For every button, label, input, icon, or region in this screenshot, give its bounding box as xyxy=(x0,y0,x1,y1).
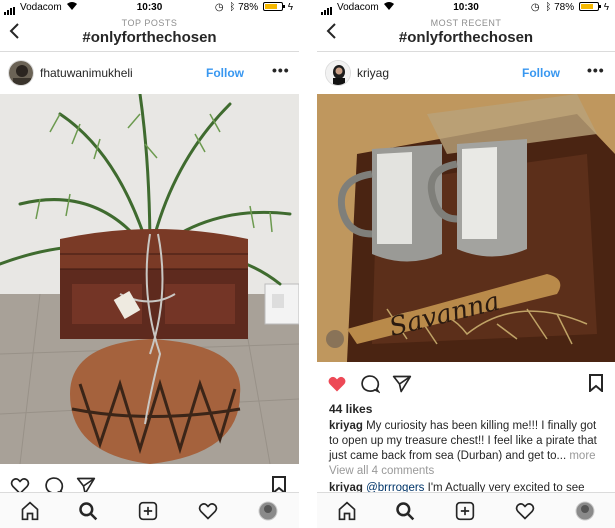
post-photo[interactable]: Savanna xyxy=(317,94,615,362)
like-count[interactable]: 44 likes xyxy=(329,402,372,416)
battery-icon xyxy=(578,2,601,11)
search-icon[interactable] xyxy=(78,501,98,521)
activity-heart-icon[interactable] xyxy=(198,501,218,521)
caption-username[interactable]: kriyag xyxy=(329,420,363,432)
post-username[interactable]: kriyag xyxy=(357,66,389,80)
share-paper-plane-icon[interactable] xyxy=(392,374,412,394)
avatar[interactable] xyxy=(8,60,34,86)
bluetooth-icon: ᛒ xyxy=(229,2,236,13)
charging-icon: ϟ xyxy=(287,2,293,13)
view-all-comments-link[interactable]: View all 4 comments xyxy=(329,465,434,477)
alarm-icon: ◷ xyxy=(214,2,224,13)
bottom-tab-bar xyxy=(0,492,299,528)
comment-icon[interactable] xyxy=(360,374,381,394)
phone-screen-left: Vodacom 10:30 ◷ ᛒ 78% ϟ TOP POSTS #onlyf… xyxy=(0,0,299,528)
caption-more-link[interactable]: more xyxy=(569,450,595,462)
profile-avatar[interactable] xyxy=(575,501,595,521)
status-bar: Vodacom 10:30 ◷ ᛒ 78% ϟ xyxy=(317,0,615,16)
post-username[interactable]: fhatuwanimukheli xyxy=(40,66,133,80)
more-options-icon[interactable]: ••• xyxy=(272,62,290,78)
bookmark-icon[interactable] xyxy=(589,374,603,394)
post-photo[interactable] xyxy=(0,94,299,464)
caption-text: My curiosity has been killing me!!! I fi… xyxy=(329,420,597,462)
more-options-icon[interactable]: ••• xyxy=(587,62,605,78)
home-icon[interactable] xyxy=(337,501,357,521)
add-post-icon[interactable] xyxy=(455,501,475,521)
search-icon[interactable] xyxy=(395,501,415,521)
add-post-icon[interactable] xyxy=(138,501,158,521)
follow-button[interactable]: Follow xyxy=(522,66,560,80)
profile-avatar[interactable] xyxy=(258,501,278,521)
battery-percent: 78% xyxy=(554,2,575,13)
home-icon[interactable] xyxy=(20,501,40,521)
nav-header: TOP POSTS #onlyforthechosen xyxy=(0,16,299,52)
status-right-group: ◷ ᛒ 78% ϟ xyxy=(531,2,609,13)
section-subtitle: TOP POSTS xyxy=(121,18,178,28)
battery-icon xyxy=(262,2,285,11)
charging-icon: ϟ xyxy=(603,2,609,13)
post-header: kriyag Follow ••• xyxy=(317,56,615,92)
bluetooth-icon: ᛒ xyxy=(545,2,552,13)
battery-percent: 78% xyxy=(238,2,259,13)
nav-header: MOST RECENT #onlyforthechosen xyxy=(317,16,615,52)
hashtag-title: #onlyforthechosen xyxy=(82,29,217,46)
post-actions xyxy=(317,372,615,400)
like-heart-filled-icon[interactable] xyxy=(327,374,347,394)
hashtag-title: #onlyforthechosen xyxy=(398,29,534,46)
screen-divider xyxy=(299,0,317,528)
bottom-tab-bar xyxy=(317,492,615,528)
status-right-group: ◷ ᛒ 78% ϟ xyxy=(215,2,293,13)
status-bar: Vodacom 10:30 ◷ ᛒ 78% ϟ xyxy=(0,0,299,16)
avatar[interactable] xyxy=(325,60,351,86)
phone-screen-right: Vodacom 10:30 ◷ ᛒ 78% ϟ MOST RECENT #onl… xyxy=(317,0,615,528)
post-caption: kriyag My curiosity has been killing me!… xyxy=(329,419,605,464)
activity-heart-icon[interactable] xyxy=(515,501,535,521)
section-subtitle: MOST RECENT xyxy=(430,18,502,28)
alarm-icon: ◷ xyxy=(530,2,540,13)
follow-button[interactable]: Follow xyxy=(206,66,244,80)
post-header: fhatuwanimukheli Follow ••• xyxy=(0,56,299,92)
